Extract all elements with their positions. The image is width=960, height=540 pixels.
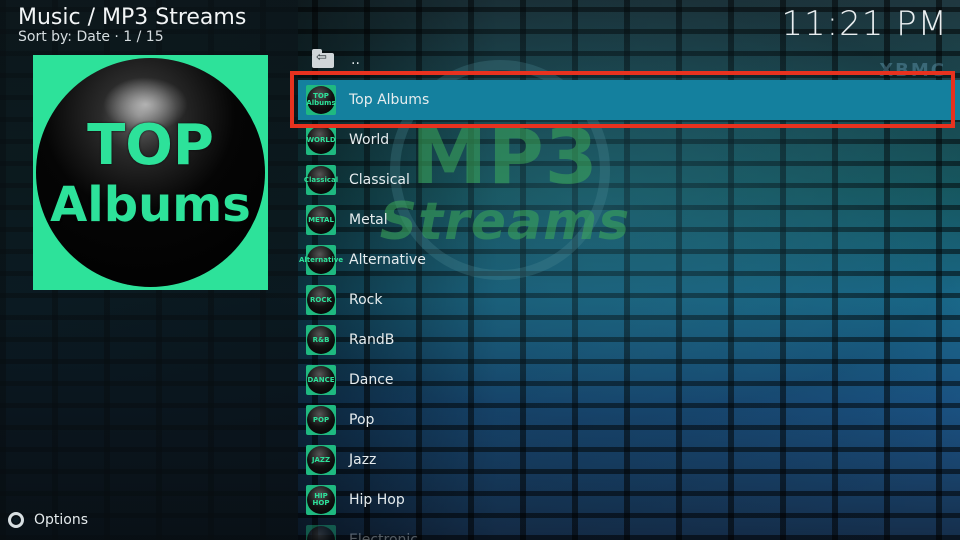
page-title: Music / MP3 Streams (18, 5, 247, 30)
list-item[interactable]: JAZZ Jazz (298, 440, 960, 480)
list-item-label: Electronic (349, 532, 419, 540)
genre-icon-text: Classical (304, 166, 338, 194)
genre-thumbnail-icon: Classical (304, 165, 338, 195)
options-button[interactable]: Options (8, 512, 88, 528)
genre-icon-text: WORLD (306, 126, 336, 154)
list-item-label: Dance (349, 372, 394, 388)
list-item[interactable]: Electronic (298, 520, 960, 540)
list-item-label: Jazz (349, 452, 377, 468)
genre-icon-text: HIP HOP (307, 486, 335, 514)
kodi-window: MP3 Streams XBMC Music / MP3 Streams Sor… (0, 0, 960, 540)
options-label: Options (34, 512, 89, 528)
sort-info: Sort by: Date · 1 / 15 (18, 29, 164, 45)
list-item-label: Classical (349, 172, 410, 188)
genre-icon-text: DANCE (307, 366, 335, 394)
list-item[interactable]: ROCK Rock (298, 280, 960, 320)
list-item-label: Pop (349, 412, 375, 428)
parent-folder-icon (312, 48, 334, 68)
genre-thumbnail-icon: TOP Albums (306, 85, 336, 115)
genre-icon-text: POP (307, 406, 335, 434)
gear-icon (8, 512, 24, 528)
thumbnail-text-albums: Albums (50, 177, 251, 233)
list-item-label: Rock (349, 292, 383, 308)
parent-folder-item[interactable]: .. (298, 40, 960, 80)
list-item[interactable]: WORLD World (298, 120, 960, 160)
genre-thumbnail-icon: WORLD (306, 125, 336, 155)
genre-icon-text: JAZZ (307, 446, 335, 474)
genre-thumbnail-icon: JAZZ (306, 445, 336, 475)
genre-icon-text: METAL (307, 206, 335, 234)
list-item[interactable]: DANCE Dance (298, 360, 960, 400)
list-item-label: Top Albums (349, 92, 430, 108)
genre-thumbnail-icon: POP (306, 405, 336, 435)
list-item-label: Metal (349, 212, 388, 228)
genre-thumbnail-icon: ROCK (306, 285, 336, 315)
list-item-label: Alternative (349, 252, 426, 268)
list-item[interactable]: TOP Albums Top Albums (298, 80, 960, 120)
list-item[interactable]: Classical Classical (298, 160, 960, 200)
list-item-label: RandB (349, 332, 395, 348)
genre-icon-text: R&B (307, 326, 335, 354)
list-item[interactable]: POP Pop (298, 400, 960, 440)
genre-thumbnail-icon: METAL (306, 205, 336, 235)
list-item-label: World (349, 132, 390, 148)
genre-icon-text: TOP Albums (306, 86, 336, 114)
genre-icon-text: ROCK (307, 286, 335, 314)
list-item[interactable]: R&B RandB (298, 320, 960, 360)
genre-thumbnail-icon: DANCE (306, 365, 336, 395)
genre-icon-text: Alternative (299, 246, 343, 274)
selected-item-thumbnail: TOP Albums (33, 55, 268, 290)
list-item[interactable]: Alternative Alternative (298, 240, 960, 280)
genre-thumbnail-icon (306, 525, 336, 540)
genre-icon-text (307, 526, 335, 540)
genre-thumbnail-icon: Alternative (299, 245, 343, 275)
list-item[interactable]: HIP HOP Hip Hop (298, 480, 960, 520)
thumbnail-text-top: TOP (87, 113, 214, 178)
clock: 11:21 PM (781, 4, 948, 44)
parent-folder-label: .. (351, 52, 360, 68)
file-list: .. TOP Albums Top Albums WORLD World Classic… (298, 40, 960, 540)
genre-thumbnail-icon: HIP HOP (306, 485, 336, 515)
genre-thumbnail-icon: R&B (306, 325, 336, 355)
list-item-label: Hip Hop (349, 492, 405, 508)
list-item[interactable]: METAL Metal (298, 200, 960, 240)
